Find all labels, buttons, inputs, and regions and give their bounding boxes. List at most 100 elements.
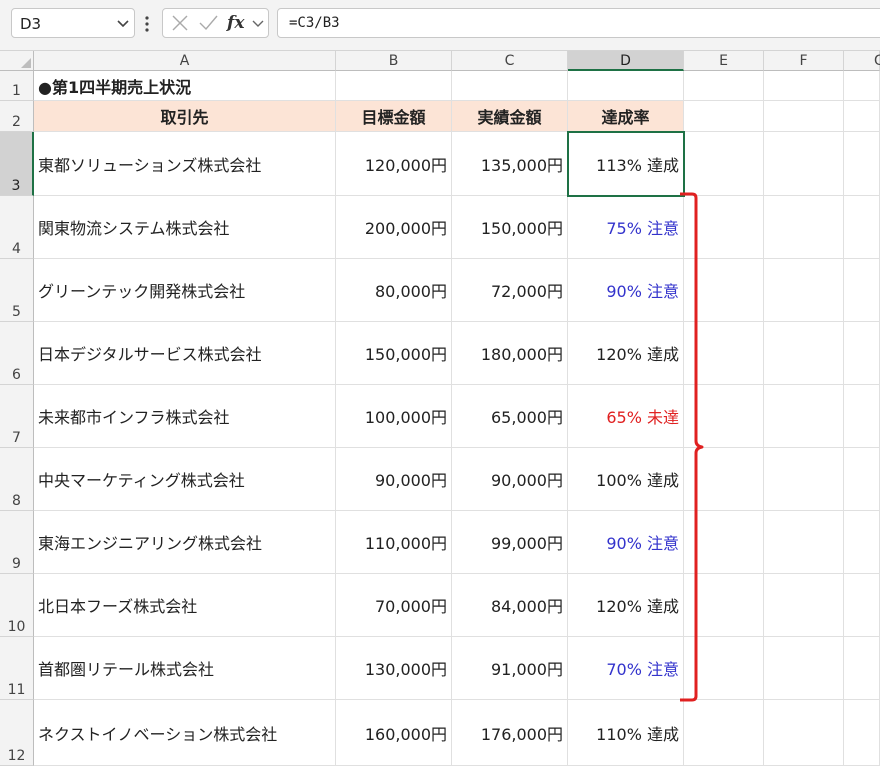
row-header-6[interactable]: 6 [0, 322, 34, 385]
cell-target[interactable]: 80,000円 [336, 259, 452, 322]
cell-f5[interactable] [764, 259, 844, 322]
cell-rate[interactable]: 113% 達成 [568, 132, 684, 196]
cell-target[interactable]: 150,000円 [336, 322, 452, 385]
cell-f12[interactable] [764, 700, 844, 766]
cell-rate[interactable]: 110% 達成 [568, 700, 684, 766]
cell-b1[interactable] [336, 71, 452, 101]
header-target[interactable]: 目標金額 [336, 101, 452, 132]
cell-g7[interactable] [844, 385, 880, 448]
column-header-d[interactable]: D [568, 51, 684, 71]
cell-client[interactable]: 未来都市インフラ株式会社 [34, 385, 336, 448]
cell-rate[interactable]: 90% 注意 [568, 259, 684, 322]
cell-f11[interactable] [764, 637, 844, 700]
cell-rate[interactable]: 120% 達成 [568, 574, 684, 637]
cell-f9[interactable] [764, 511, 844, 574]
column-header-e[interactable]: E [684, 51, 764, 71]
cell-g6[interactable] [844, 322, 880, 385]
cell-g1[interactable] [844, 71, 880, 101]
cell-target[interactable]: 100,000円 [336, 385, 452, 448]
row-header-3[interactable]: 3 [0, 132, 34, 196]
cell-g8[interactable] [844, 448, 880, 511]
cell-e1[interactable] [684, 71, 764, 101]
column-header-f[interactable]: F [764, 51, 844, 71]
cell-f8[interactable] [764, 448, 844, 511]
cell-rate[interactable]: 90% 注意 [568, 511, 684, 574]
more-options-icon[interactable] [144, 14, 150, 34]
cell-rate[interactable]: 75% 注意 [568, 196, 684, 259]
cell-actual[interactable]: 90,000円 [452, 448, 568, 511]
column-header-c[interactable]: C [452, 51, 568, 71]
cell-f2[interactable] [764, 101, 844, 132]
row-header-11[interactable]: 11 [0, 637, 34, 700]
row-header-4[interactable]: 4 [0, 196, 34, 259]
header-actual[interactable]: 実績金額 [452, 101, 568, 132]
cell-actual[interactable]: 150,000円 [452, 196, 568, 259]
cell-f1[interactable] [764, 71, 844, 101]
cell-f7[interactable] [764, 385, 844, 448]
row-header-10[interactable]: 10 [0, 574, 34, 637]
cell-target[interactable]: 90,000円 [336, 448, 452, 511]
cell-g2[interactable] [844, 101, 880, 132]
row-header-7[interactable]: 7 [0, 385, 34, 448]
cell-g12[interactable] [844, 700, 880, 766]
row-header-9[interactable]: 9 [0, 511, 34, 574]
cell-g5[interactable] [844, 259, 880, 322]
column-header-b[interactable]: B [336, 51, 452, 71]
cell-g9[interactable] [844, 511, 880, 574]
header-rate[interactable]: 達成率 [568, 101, 684, 132]
cell-target[interactable]: 160,000円 [336, 700, 452, 766]
cell-target[interactable]: 110,000円 [336, 511, 452, 574]
cancel-icon[interactable] [169, 9, 191, 37]
cell-actual[interactable]: 65,000円 [452, 385, 568, 448]
cell-rate[interactable]: 100% 達成 [568, 448, 684, 511]
check-icon[interactable] [197, 9, 219, 37]
cell-actual[interactable]: 72,000円 [452, 259, 568, 322]
row-header-2[interactable]: 2 [0, 101, 34, 132]
cell-rate[interactable]: 65% 未達 [568, 385, 684, 448]
cell-f3[interactable] [764, 132, 844, 196]
insert-function-icon[interactable]: fx [227, 9, 251, 37]
column-header-a[interactable]: A [34, 51, 336, 71]
row-header-12[interactable]: 12 [0, 700, 34, 766]
cell-client[interactable]: 首都圏リテール株式会社 [34, 637, 336, 700]
cell-g4[interactable] [844, 196, 880, 259]
column-header-g[interactable]: G [844, 51, 880, 71]
cell-client[interactable]: 東海エンジニアリング株式会社 [34, 511, 336, 574]
chevron-down-icon[interactable] [116, 17, 130, 29]
cell-actual[interactable]: 176,000円 [452, 700, 568, 766]
cell-f6[interactable] [764, 322, 844, 385]
cell-actual[interactable]: 99,000円 [452, 511, 568, 574]
name-box[interactable]: D3 [11, 8, 135, 38]
cell-client[interactable]: 北日本フーズ株式会社 [34, 574, 336, 637]
cell-e12[interactable] [684, 700, 764, 766]
cell-rate[interactable]: 120% 達成 [568, 322, 684, 385]
cell-client[interactable]: 中央マーケティング株式会社 [34, 448, 336, 511]
formula-input[interactable]: =C3/B3 [277, 8, 880, 38]
cell-actual[interactable]: 91,000円 [452, 637, 568, 700]
sheet-title[interactable]: ●第1四半期売上状況 [34, 71, 336, 101]
cell-target[interactable]: 70,000円 [336, 574, 452, 637]
cell-client[interactable]: 東都ソリューションズ株式会社 [34, 132, 336, 196]
cell-target[interactable]: 120,000円 [336, 132, 452, 196]
cell-f4[interactable] [764, 196, 844, 259]
cell-g10[interactable] [844, 574, 880, 637]
cell-client[interactable]: グリーンテック開発株式会社 [34, 259, 336, 322]
cell-e3[interactable] [684, 132, 764, 196]
row-header-8[interactable]: 8 [0, 448, 34, 511]
row-header-5[interactable]: 5 [0, 259, 34, 322]
cell-target[interactable]: 130,000円 [336, 637, 452, 700]
cell-f10[interactable] [764, 574, 844, 637]
cell-rate[interactable]: 70% 注意 [568, 637, 684, 700]
row-header-1[interactable]: 1 [0, 71, 34, 101]
cell-target[interactable]: 200,000円 [336, 196, 452, 259]
cell-client[interactable]: 関東物流システム株式会社 [34, 196, 336, 259]
select-all-corner[interactable] [0, 51, 34, 71]
cell-e2[interactable] [684, 101, 764, 132]
chevron-down-icon[interactable] [251, 9, 265, 37]
cell-g3[interactable] [844, 132, 880, 196]
cell-actual[interactable]: 180,000円 [452, 322, 568, 385]
cell-g11[interactable] [844, 637, 880, 700]
header-client[interactable]: 取引先 [34, 101, 336, 132]
cell-client[interactable]: ネクストイノベーション株式会社 [34, 700, 336, 766]
cell-d1[interactable] [568, 71, 684, 101]
